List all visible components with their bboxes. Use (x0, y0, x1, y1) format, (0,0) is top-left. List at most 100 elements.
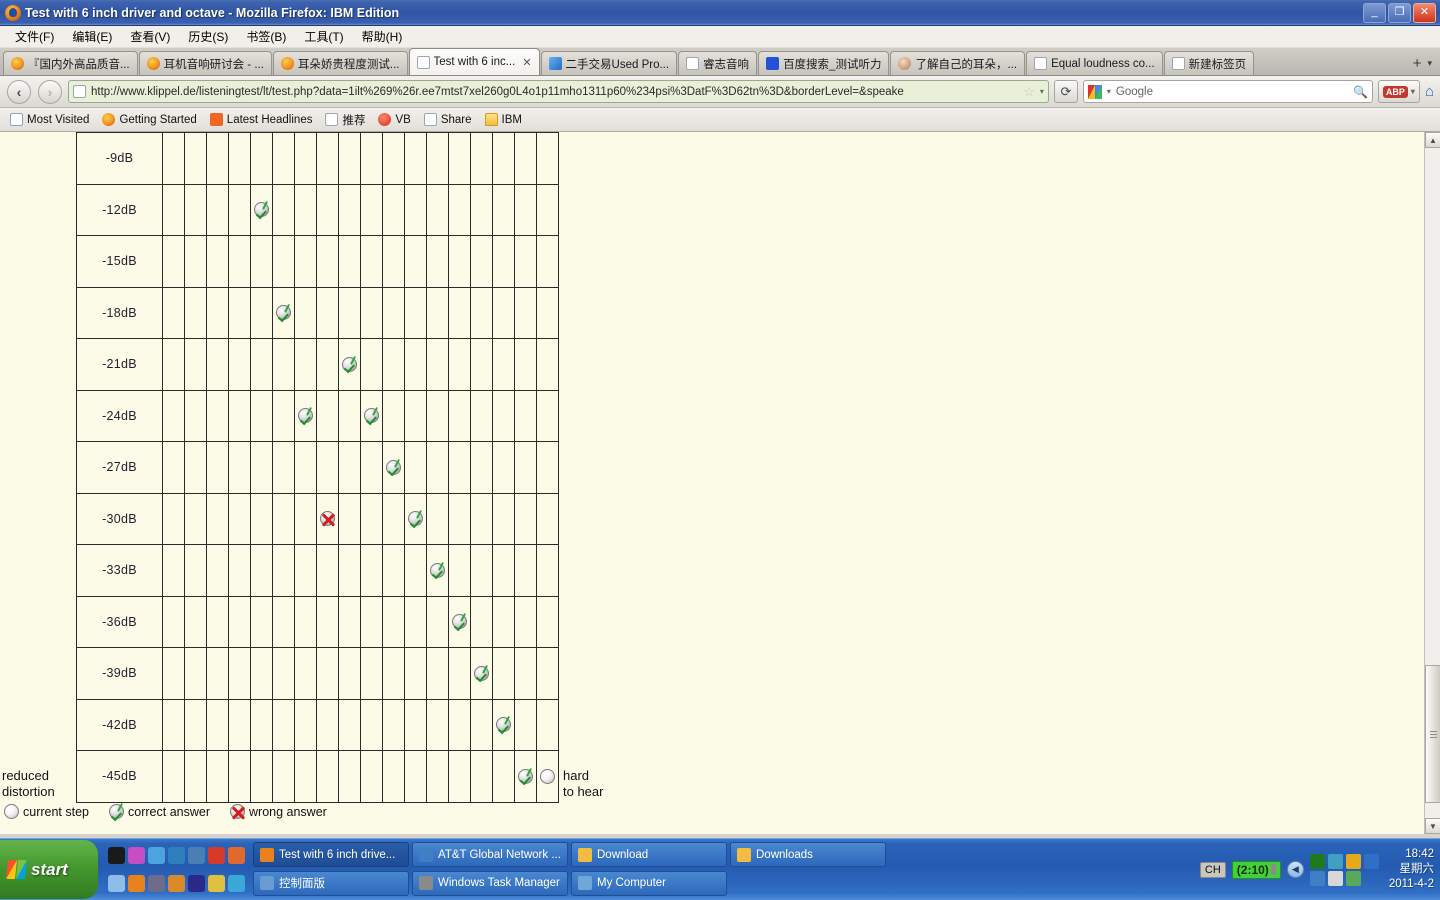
scroll-down-button[interactable]: ▼ (1425, 818, 1440, 834)
forward-button[interactable]: › (37, 79, 63, 105)
grid-cell[interactable] (404, 389, 427, 442)
grid-cell[interactable] (382, 544, 405, 597)
grid-cell[interactable] (184, 441, 207, 494)
grid-cell[interactable] (316, 338, 339, 391)
grid-cell[interactable] (184, 544, 207, 597)
grid-cell[interactable] (294, 132, 317, 185)
grid-cell[interactable] (404, 338, 427, 391)
grid-cell[interactable] (492, 183, 515, 236)
grid-cell[interactable] (184, 647, 207, 700)
grid-cell[interactable] (316, 544, 339, 597)
app-icon[interactable] (168, 846, 185, 864)
grid-cell[interactable] (162, 647, 185, 700)
menu-tools[interactable]: 工具(T) (295, 26, 352, 47)
tab-6[interactable]: 百度搜索_测试听力 (758, 51, 890, 75)
back-button[interactable]: ‹ (6, 79, 32, 105)
grid-cell[interactable] (492, 235, 515, 288)
grid-cell[interactable] (514, 389, 537, 442)
grid-cell[interactable] (316, 441, 339, 494)
grid-cell[interactable] (514, 492, 537, 545)
grid-cell[interactable] (294, 544, 317, 597)
grid-cell[interactable] (470, 492, 493, 545)
grid-cell[interactable] (338, 544, 361, 597)
grid-cell[interactable] (360, 647, 383, 700)
grid-cell[interactable] (360, 235, 383, 288)
grid-cell[interactable] (492, 492, 515, 545)
tab-5[interactable]: 睿志音响 (678, 51, 758, 75)
battery-indicator[interactable]: (2:10) (1231, 860, 1281, 879)
bookmark-most-visited[interactable]: Most Visited (5, 112, 94, 127)
grid-cell[interactable] (382, 235, 405, 288)
tab-2[interactable]: 耳朵娇贵程度测试... (272, 51, 408, 75)
grid-cell[interactable] (360, 492, 383, 545)
grid-cell[interactable] (294, 286, 317, 339)
tab-9[interactable]: 新建标签页 (1163, 51, 1255, 75)
grid-cell[interactable] (426, 647, 449, 700)
grid-cell[interactable] (514, 544, 537, 597)
show-hidden-icons-button[interactable]: ◀ (1286, 861, 1304, 878)
grid-cell[interactable] (184, 132, 207, 185)
grid-cell[interactable] (536, 647, 559, 700)
grid-cell[interactable] (294, 235, 317, 288)
wireless-icon[interactable] (1327, 853, 1343, 869)
grid-cell[interactable] (206, 492, 229, 545)
grid-cell[interactable] (162, 544, 185, 597)
opera-icon[interactable] (208, 846, 225, 864)
grid-cell[interactable] (514, 286, 537, 339)
grid-cell[interactable] (338, 183, 361, 236)
grid-cell[interactable] (294, 389, 317, 442)
grid-cell[interactable] (404, 595, 427, 648)
grid-cell[interactable] (228, 286, 251, 339)
bookmark-tuijian[interactable]: 推荐 (320, 111, 370, 129)
grid-cell[interactable] (250, 338, 273, 391)
grid-cell[interactable] (338, 286, 361, 339)
grid-cell[interactable] (316, 492, 339, 545)
grid-cell[interactable] (316, 132, 339, 185)
grid-cell[interactable] (536, 338, 559, 391)
grid-cell[interactable] (316, 647, 339, 700)
grid-cell[interactable] (228, 595, 251, 648)
magnifier-icon[interactable]: 🔍 (1353, 85, 1368, 99)
grid-cell[interactable] (470, 132, 493, 185)
grid-cell[interactable] (228, 544, 251, 597)
grid-cell[interactable] (184, 183, 207, 236)
update-icon[interactable] (1345, 853, 1361, 869)
ime-indicator[interactable]: CH (1199, 861, 1226, 878)
grid-cell[interactable] (294, 183, 317, 236)
grid-cell[interactable] (294, 595, 317, 648)
taskbar-button-6[interactable]: Downloads (730, 842, 886, 867)
bookmark-share[interactable]: Share (419, 112, 477, 127)
grid-cell[interactable] (228, 492, 251, 545)
grid-cell[interactable] (404, 132, 427, 185)
grid-cell[interactable] (448, 698, 471, 751)
grid-cell[interactable] (492, 286, 515, 339)
grid-cell[interactable] (426, 750, 449, 803)
grid-cell[interactable] (536, 750, 559, 803)
grid-cell[interactable] (206, 183, 229, 236)
tab-4[interactable]: 二手交易Used Pro... (540, 51, 678, 75)
grid-cell[interactable] (382, 132, 405, 185)
grid-cell[interactable] (492, 750, 515, 803)
kmp-icon[interactable] (188, 875, 205, 893)
grid-cell[interactable] (272, 698, 295, 751)
grid-cell[interactable] (382, 183, 405, 236)
grid-cell[interactable] (536, 492, 559, 545)
grid-cell[interactable] (360, 698, 383, 751)
grid-cell[interactable] (536, 595, 559, 648)
grid-cell[interactable] (492, 647, 515, 700)
grid-cell[interactable] (272, 389, 295, 442)
grid-cell[interactable] (426, 698, 449, 751)
grid-cell[interactable] (294, 441, 317, 494)
grid-cell[interactable] (514, 647, 537, 700)
menu-help[interactable]: 帮助(H) (353, 26, 412, 47)
grid-cell[interactable] (250, 183, 273, 236)
grid-cell[interactable] (162, 698, 185, 751)
bookmark-latest-headlines[interactable]: Latest Headlines (205, 112, 318, 127)
grid-cell[interactable] (206, 698, 229, 751)
grid-cell[interactable] (338, 647, 361, 700)
grid-cell[interactable] (228, 698, 251, 751)
grid-cell[interactable] (404, 698, 427, 751)
grid-cell[interactable] (514, 595, 537, 648)
grid-cell[interactable] (272, 286, 295, 339)
grid-cell[interactable] (536, 698, 559, 751)
